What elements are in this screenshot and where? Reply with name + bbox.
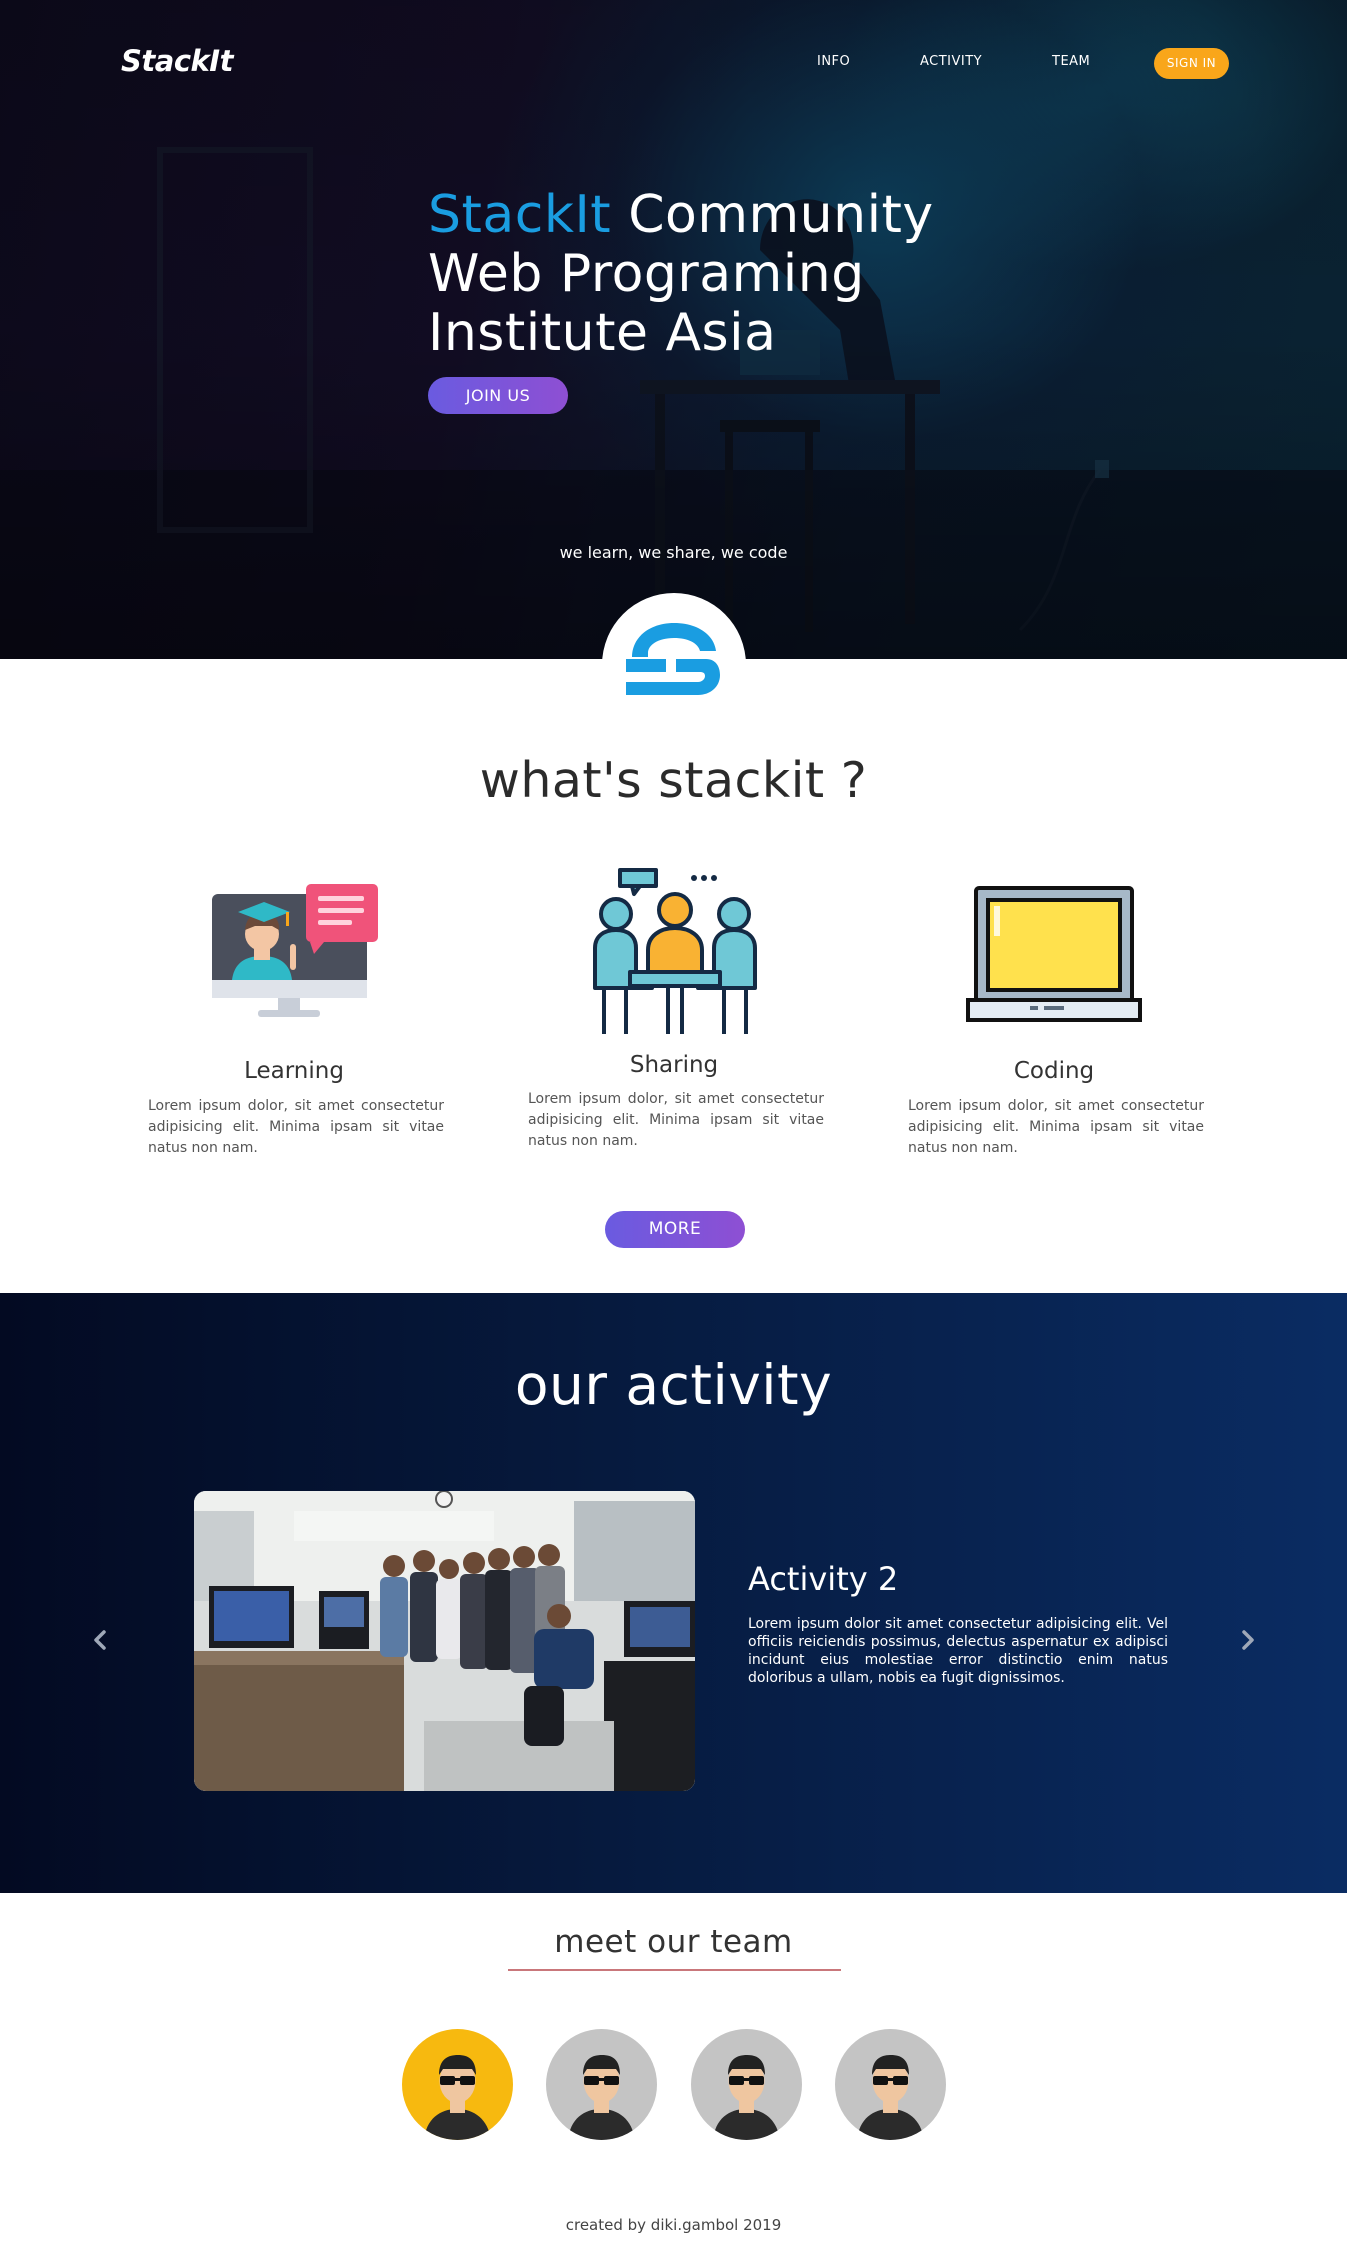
activity-slide-heading: Activity 2 [748,1560,899,1598]
feature-coding-text: Lorem ipsum dolor, sit amet consectetur … [908,1098,1204,1156]
hero-tagline: we learn, we share, we code [559,543,788,562]
team-title: meet our team [554,1924,793,1960]
more-button[interactable]: MORE [605,1211,745,1248]
teacher-monitor-icon [212,884,378,1017]
team-member-1[interactable] [402,2029,513,2140]
stackit-emblem [602,593,746,737]
carousel-prev-icon[interactable] [88,1626,112,1654]
stackit-logo-icon [626,623,720,695]
team-title-underline [508,1969,841,1971]
sign-in-button[interactable]: SIGN IN [1154,48,1229,79]
activity-photo [194,1491,695,1791]
feature-sharing-title: Sharing [629,1052,719,1078]
feature-learning-title: Learning [244,1058,344,1084]
avatar-icon [713,2055,780,2140]
nav-activity[interactable]: ACTIVITY [920,54,982,69]
activity-slide-text: Lorem ipsum dolor sit amet consectetur a… [748,1616,1168,1686]
footer-credit: created by diki.gambol 2019 [565,2216,782,2234]
team-member-4[interactable] [835,2029,946,2140]
nav-team[interactable]: TEAM [1052,54,1090,69]
meeting-people-icon [593,868,757,1034]
feature-learning-text: Lorem ipsum dolor, sit amet consectetur … [148,1098,444,1156]
hero-brand: StackIt [428,185,612,245]
hero-title-line2: Web Programing [428,244,865,304]
feature-sharing-text: Lorem ipsum dolor, sit amet consectetur … [528,1091,824,1149]
site-logo[interactable]: StackIt [121,44,233,78]
feature-coding-title: Coding [1013,1058,1095,1084]
hero-title-line3: Institute Asia [428,303,777,363]
avatar-icon [568,2055,635,2140]
join-us-button[interactable]: JOIN US [428,377,568,414]
team-member-2[interactable] [546,2029,657,2140]
hero-headline: StackIt Community Web Programing Institu… [428,186,934,363]
nav-info[interactable]: INFO [817,54,850,69]
hero-title-line1: Community [611,185,934,245]
activity-title: our activity [514,1353,833,1417]
about-title: what's stackit ? [479,752,868,809]
laptop-icon [966,886,1142,1022]
activity-group-photo [194,1491,695,1791]
team-member-3[interactable] [691,2029,802,2140]
carousel-next-icon[interactable] [1236,1626,1260,1654]
avatar-icon [857,2055,924,2140]
avatar-icon [424,2055,491,2140]
